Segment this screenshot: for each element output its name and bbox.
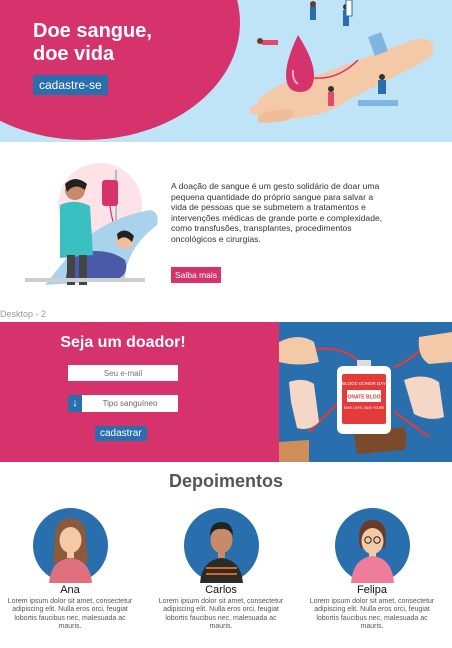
frame-label: Desktop - 2 [0, 309, 47, 319]
submit-donor-button[interactable]: cadastrar [95, 426, 147, 441]
donor-title: Seja um doador! [60, 334, 186, 351]
learn-more-button[interactable]: Saiba mais [171, 267, 222, 283]
register-button[interactable]: cadastre-se [33, 75, 108, 95]
person-text: Lorem ipsum dolor sit amet, consectetur … [309, 598, 435, 631]
bag-line3: SAVE LIVES, SAVE YOURS [344, 406, 384, 410]
hero-section: Doe sangue, doe vida cadastre-se [0, 0, 452, 142]
testimonials-title: Depoimentos [168, 471, 283, 491]
testimonial-card: Ana Lorem ipsum dolor sit amet, consecte… [5, 508, 135, 632]
avatar-ana [32, 508, 108, 583]
person-name: Felipa [357, 584, 387, 596]
avatar-carlos [183, 508, 259, 583]
hero-title-line2: doe vida [33, 43, 115, 65]
bag-line2: DONATE BLOOD [344, 395, 385, 401]
donor-illustration: BLOOD DONOR DAY DONATE BLOOD SAVE LIVES,… [279, 322, 452, 462]
person-text: Lorem ipsum dolor sit amet, consectetur … [158, 598, 284, 631]
testimonial-card: Felipa Lorem ipsum dolor sit amet, conse… [307, 508, 437, 632]
person-name: Ana [60, 584, 80, 596]
avatar-felipa [334, 508, 410, 583]
email-input[interactable] [68, 365, 178, 381]
testimonial-card: Carlos Lorem ipsum dolor sit amet, conse… [156, 508, 286, 632]
donor-section: Seja um doador! ↓ Tipo sanguíneo cadastr… [0, 322, 452, 462]
arrow-down-icon[interactable]: ↓ [68, 395, 82, 412]
bag-line1: BLOOD DONOR DAY [342, 381, 386, 386]
info-paragraph: A doação de sangue é um gesto solidário … [171, 181, 383, 244]
nurse-patient-illustration [25, 163, 158, 285]
blood-type-select[interactable]: ↓ Tipo sanguíneo [68, 395, 178, 412]
person-name: Carlos [205, 584, 237, 596]
hero-illustration [250, 0, 434, 123]
hero-title-line1: Doe sangue, [33, 20, 152, 42]
person-text: Lorem ipsum dolor sit amet, consectetur … [7, 598, 133, 631]
hero-title: Doe sangue, doe vida [33, 20, 183, 66]
blood-type-placeholder: Tipo sanguíneo [102, 399, 158, 408]
